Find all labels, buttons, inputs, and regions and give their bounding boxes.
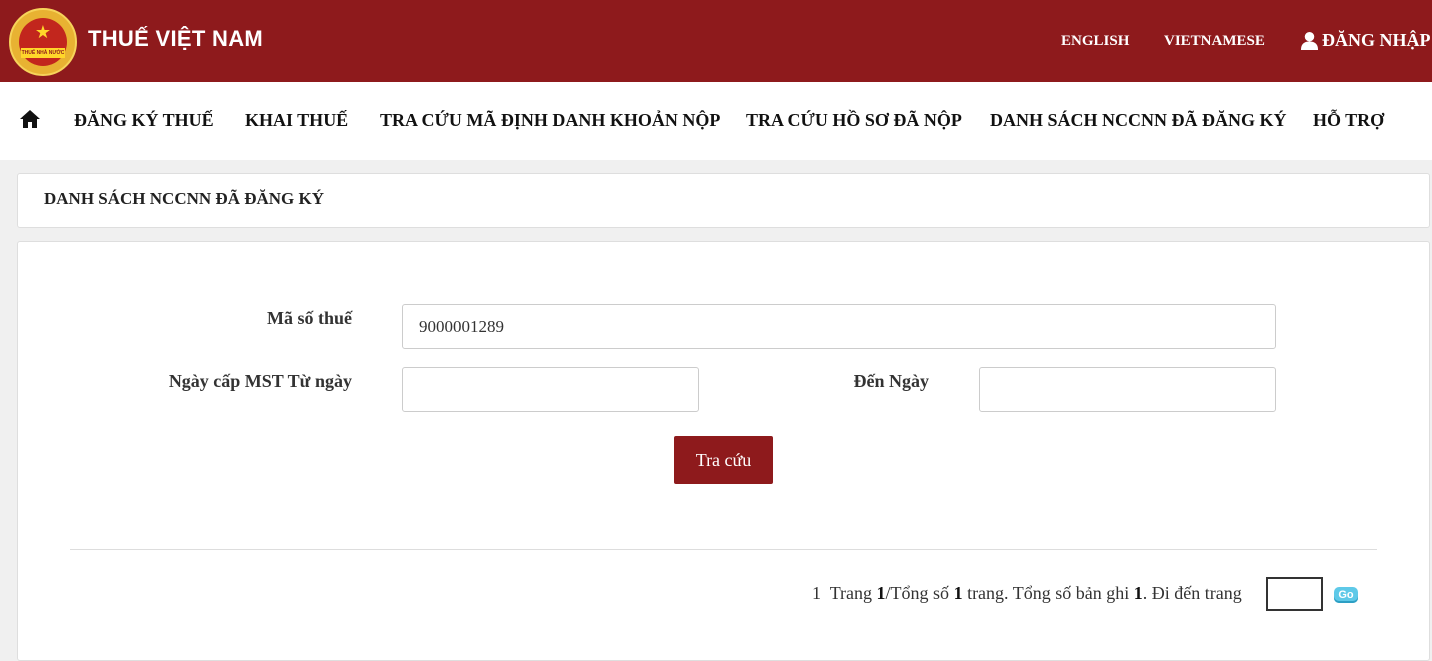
main-nav: ĐĂNG KÝ THUẾ KHAI THUẾ TRA CỨU MÃ ĐỊNH D… xyxy=(0,82,1432,160)
title-panel: DANH SÁCH NCCNN ĐÃ ĐĂNG KÝ xyxy=(17,173,1430,228)
search-button[interactable]: Tra cứu xyxy=(674,436,773,484)
home-icon[interactable] xyxy=(19,108,41,130)
emblem-inner: ★ THUẾ NHÀ NƯỚC xyxy=(19,18,67,66)
nav-item-tax-declaration[interactable]: KHAI THUẾ xyxy=(245,110,348,131)
goto-label: . Đi đến trang xyxy=(1142,583,1242,603)
page-word: Trang xyxy=(829,583,873,603)
tax-code-label: Mã số thuế xyxy=(267,308,352,328)
from-date-input[interactable] xyxy=(402,367,699,412)
total-pages: 1 xyxy=(953,583,963,603)
to-date-label: Đến Ngày xyxy=(853,371,930,391)
page-link[interactable]: 1 xyxy=(812,583,821,603)
page-title: DANH SÁCH NCCNN ĐÃ ĐĂNG KÝ xyxy=(44,189,325,208)
from-date-label: Ngày cấp MST Từ ngày xyxy=(168,371,352,391)
nav-item-support[interactable]: HỖ TRỢ xyxy=(1313,110,1384,131)
login-label: ĐĂNG NHẬP xyxy=(1322,30,1431,50)
goto-page-input[interactable] xyxy=(1266,577,1323,611)
national-emblem-logo[interactable]: ★ THUẾ NHÀ NƯỚC xyxy=(9,8,77,76)
pagination-text: 1 Trang 1/Tổng số 1 trang. Tổng số bản g… xyxy=(812,583,1242,604)
go-button[interactable]: Go xyxy=(1334,587,1358,603)
lang-vietnamese-link[interactable]: VIETNAMESE xyxy=(1164,33,1265,50)
login-button[interactable]: ĐĂNG NHẬP xyxy=(1300,30,1431,51)
nav-item-registered-providers[interactable]: DANH SÁCH NCCNN ĐÃ ĐĂNG KÝ xyxy=(990,110,1287,131)
top-header: ★ THUẾ NHÀ NƯỚC THUẾ VIỆT NAM ENGLISH VI… xyxy=(0,0,1432,82)
divider xyxy=(70,549,1377,550)
total-records-prefix: trang. Tổng số bản ghi xyxy=(967,583,1130,603)
logo-ribbon-text: THUẾ NHÀ NƯỚC xyxy=(21,48,65,58)
nav-item-submitted-records-lookup[interactable]: TRA CỨU HỒ SƠ ĐÃ NỘP xyxy=(746,110,962,131)
nav-item-payment-id-lookup[interactable]: TRA CỨU MÃ ĐỊNH DANH KHOẢN NỘP xyxy=(380,110,720,131)
user-icon xyxy=(1300,31,1319,50)
lang-english-link[interactable]: ENGLISH xyxy=(1061,33,1129,50)
nav-item-tax-registration[interactable]: ĐĂNG KÝ THUẾ xyxy=(74,110,214,131)
total-pages-prefix: /Tổng số xyxy=(885,583,950,603)
to-date-input[interactable] xyxy=(979,367,1276,412)
current-page: 1 xyxy=(876,583,886,603)
star-icon: ★ xyxy=(34,22,52,43)
site-brand[interactable]: THUẾ VIỆT NAM xyxy=(88,26,263,52)
tax-code-input[interactable] xyxy=(402,304,1276,349)
total-records: 1 xyxy=(1133,583,1143,603)
